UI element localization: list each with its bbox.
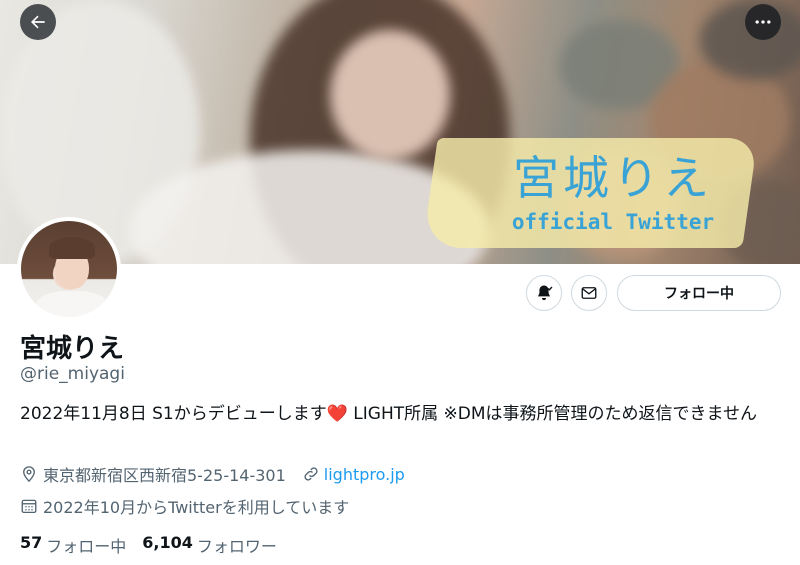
bell-check-icon <box>538 285 553 301</box>
notifications-button[interactable] <box>526 275 562 311</box>
bio-text: 2022年11月8日 S1からデビューします <box>20 404 327 424</box>
website-link[interactable]: lightpro.jp <box>302 465 405 484</box>
more-button[interactable] <box>745 4 781 40</box>
bio: 2022年11月8日 S1からデビューします❤️ LIGHT所属 ※DMは事務所… <box>20 401 785 428</box>
username: @rie_miyagi <box>20 364 125 384</box>
following-label: フォロー中 <box>46 537 127 556</box>
profile-meta: 東京都新宿区西新宿5-25-14-301 lightpro.jp <box>20 462 405 486</box>
followers-count: 6,104 <box>142 533 193 552</box>
more-horizontal-icon <box>755 20 771 24</box>
banner-figure-face <box>330 30 450 160</box>
follow-stats: 57 フォロー中 6,104 フォロワー <box>20 533 293 557</box>
following-button[interactable]: フォロー中 <box>617 275 781 311</box>
avatar-figure-hair <box>49 237 95 259</box>
banner-title: 宮城りえ <box>513 151 713 205</box>
avatar[interactable] <box>17 217 121 321</box>
following-stat[interactable]: 57 フォロー中 <box>20 533 126 557</box>
join-date: 2022年10月からTwitterを利用しています <box>20 494 349 518</box>
followers-label: フォロワー <box>196 537 277 556</box>
message-button[interactable] <box>571 275 607 311</box>
join-date-text: 2022年10月からTwitterを利用しています <box>43 498 350 517</box>
location-text: 東京都新宿区西新宿5-25-14-301 <box>43 466 286 485</box>
location-pin-icon <box>23 466 35 483</box>
link-icon <box>304 467 318 481</box>
banner-subtitle: official Twitter <box>511 210 715 234</box>
website-link-text[interactable]: lightpro.jp <box>324 465 405 484</box>
heart-emoji: ❤️ <box>326 404 348 424</box>
profile-banner[interactable]: 宮城りえ official Twitter <box>0 0 800 264</box>
back-button[interactable] <box>20 4 56 40</box>
avatar-figure-body <box>35 291 109 317</box>
display-name: 宮城りえ <box>20 334 125 364</box>
bio-text-continued: LIGHT所属 ※DMは事務所管理のため返信できません <box>347 404 758 424</box>
following-count: 57 <box>20 533 43 552</box>
envelope-icon <box>581 287 597 299</box>
calendar-icon <box>21 499 37 514</box>
followers-stat[interactable]: 6,104 フォロワー <box>142 533 277 557</box>
arrow-left-icon <box>31 15 45 29</box>
